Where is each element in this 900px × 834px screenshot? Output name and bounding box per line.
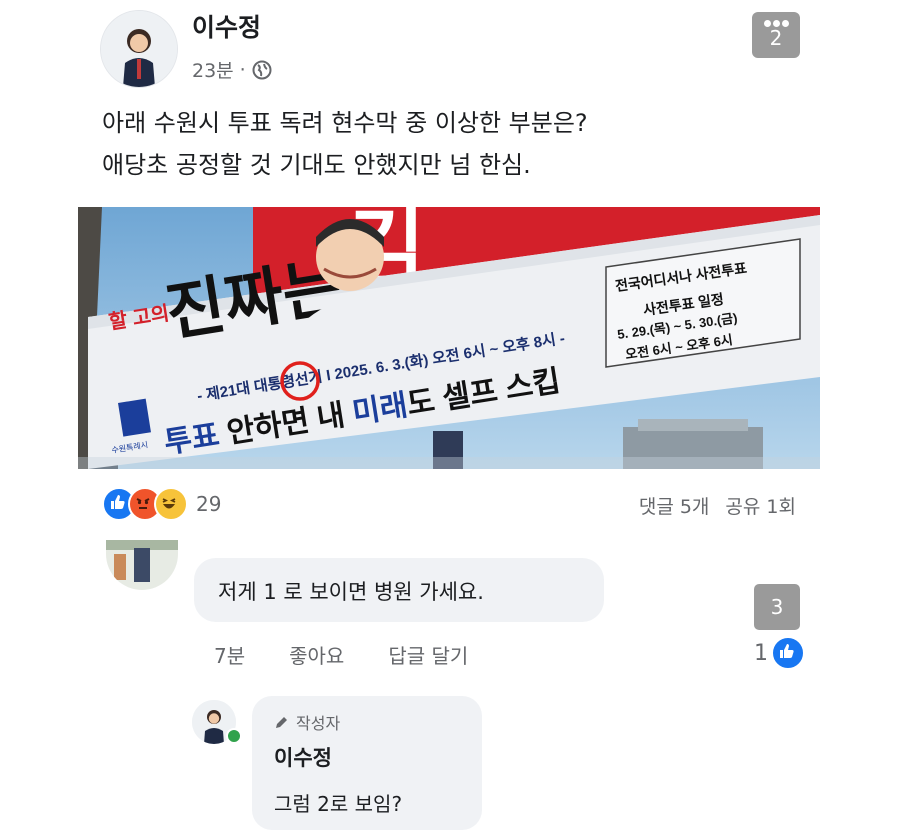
post-photo[interactable]: 김 할 고의 진짜는 - 제21대 대통령선거 I 2025. 6. 3.(화)… xyxy=(78,207,820,469)
post-author-name[interactable]: 이수정 xyxy=(192,8,261,44)
reactions-summary[interactable]: 29 xyxy=(102,487,221,521)
post-time[interactable]: 23분 xyxy=(192,56,234,83)
author-avatar[interactable] xyxy=(100,10,178,88)
comment-like-button[interactable]: 좋아요 xyxy=(289,640,344,669)
post-meta: 23분 · xyxy=(192,56,272,83)
post-text-line: 애당초 공정할 것 기대도 안했지만 넘 한심. xyxy=(102,151,531,179)
comment-like-number: 1 xyxy=(754,640,768,666)
comment-reply-button[interactable]: 답글 달기 xyxy=(388,640,468,669)
share-count-link[interactable]: 공유 1회 xyxy=(725,492,796,519)
author-tag-label: 작성자 xyxy=(296,714,341,733)
comment-time[interactable]: 7분 xyxy=(214,640,245,669)
vote-banner-image: 김 할 고의 진짜는 - 제21대 대통령선거 I 2025. 6. 3.(화)… xyxy=(78,207,820,469)
author-tag: 작성자 xyxy=(274,710,340,734)
comment-like-count[interactable]: 1 xyxy=(754,636,805,670)
online-status-dot xyxy=(226,728,242,744)
haha-reaction-icon xyxy=(154,487,188,521)
post-text: 아래 수원시 투표 독려 현수막 중 이상한 부분은? 애당초 공정할 것 기대… xyxy=(102,102,802,186)
comment-actions: 7분 좋아요 답글 달기 xyxy=(214,640,468,669)
pencil-icon xyxy=(276,716,288,728)
reaction-count: 29 xyxy=(196,492,222,516)
reply-author-name[interactable]: 이수정 xyxy=(274,742,332,772)
comment-text: 저게 1 로 보이면 병원 가세요. xyxy=(218,580,484,604)
commenter-avatar[interactable] xyxy=(106,540,178,590)
post-stats: 댓글 5개 공유 1회 xyxy=(639,492,796,519)
reply-text: 그럼 2로 보임? xyxy=(274,792,403,816)
more-options-badge: 2 xyxy=(769,26,783,50)
post-text-line: 아래 수원시 투표 독려 현수막 중 이상한 부분은? xyxy=(102,109,588,137)
globe-icon xyxy=(252,60,272,79)
more-options-button[interactable]: 2 xyxy=(752,12,800,58)
like-icon xyxy=(771,636,805,670)
meta-separator: · xyxy=(239,58,246,81)
comment-count-link[interactable]: 댓글 5개 xyxy=(639,492,710,519)
annotation-badge: 3 xyxy=(754,584,800,630)
